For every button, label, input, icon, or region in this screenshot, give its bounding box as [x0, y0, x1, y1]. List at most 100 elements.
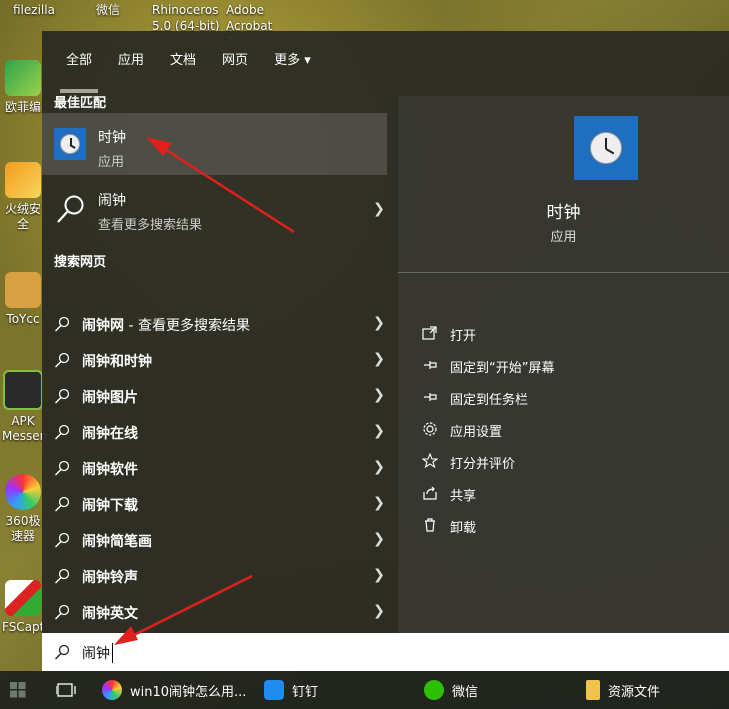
web-result-item[interactable]: 闹钟简笔画 ❯	[42, 523, 387, 559]
search-icon	[55, 604, 70, 620]
desktop-label-wechat[interactable]: 微信	[96, 2, 120, 18]
action-label: 应用设置	[450, 425, 503, 440]
tab-more[interactable]: 更多 ▾	[274, 49, 311, 68]
gear-icon	[423, 422, 437, 436]
action-label: 卸载	[450, 521, 477, 536]
star-icon	[422, 453, 438, 469]
action-item[interactable]: 应用设置	[422, 418, 702, 442]
tab-apps[interactable]: 应用	[118, 49, 144, 68]
web-result-item[interactable]: 闹钟网 - 查看更多搜索结果 ❯	[42, 307, 387, 343]
search-icon	[57, 195, 84, 223]
web-section-label: 搜索网页	[54, 255, 107, 270]
search-input[interactable]	[80, 641, 684, 665]
web-result-item[interactable]: 闹钟图片 ❯	[42, 379, 387, 415]
capture-icon	[5, 580, 41, 616]
search-icon	[55, 388, 70, 404]
web-result-label: 闹钟图片	[82, 387, 138, 407]
desktop-icon-3[interactable]: ToYcc	[2, 272, 44, 327]
task-view-icon	[56, 683, 76, 697]
tab-documents[interactable]: 文档	[170, 49, 196, 68]
chevron-right-icon[interactable]: ❯	[365, 315, 393, 331]
chevron-right-icon[interactable]: ❯	[365, 495, 393, 511]
search-icon	[55, 424, 70, 440]
best-match-title: 时钟	[98, 130, 126, 146]
taskbar-item-label: 资源文件	[608, 684, 661, 700]
web-result-item[interactable]: 闹钟软件 ❯	[42, 451, 387, 487]
browser-icon	[5, 474, 41, 510]
taskbar-item-dingtalk[interactable]: 钉钉	[264, 671, 318, 709]
best-match-subtitle: 应用	[98, 155, 125, 170]
desktop-icon-4[interactable]: APK Messen	[2, 370, 48, 444]
task-view-button[interactable]	[56, 671, 76, 709]
web-result-item[interactable]: 闹钟英文 ❯	[42, 595, 387, 631]
desktop-icon-label: APK Messen	[2, 414, 48, 443]
trash-icon	[425, 518, 435, 532]
web-search-top-item[interactable]: 闹钟 查看更多搜索结果 ❯	[42, 185, 387, 237]
detail-divider	[398, 272, 729, 273]
detail-app-type: 应用	[550, 230, 577, 245]
chevron-right-icon[interactable]: ❯	[365, 567, 393, 583]
action-item[interactable]: 打开	[422, 322, 702, 346]
web-result-label: 闹钟下载	[82, 495, 138, 515]
web-search-top-subtitle: 查看更多搜索结果	[98, 218, 203, 233]
search-icon	[55, 496, 70, 512]
action-item[interactable]: 固定到“开始”屏幕	[422, 354, 702, 378]
windows-logo-icon	[10, 682, 26, 698]
chevron-right-icon[interactable]: ❯	[365, 603, 393, 619]
search-icon	[55, 568, 70, 584]
action-item[interactable]: 打分并评价	[422, 450, 702, 474]
clock-app-large-icon	[574, 116, 638, 180]
web-result-label: 闹钟在线	[82, 423, 138, 443]
taskbar-item-browser[interactable]: win10闹钟怎么用...	[102, 671, 246, 709]
text-caret	[112, 643, 113, 663]
desktop-icon-5[interactable]: 360极速器	[2, 474, 44, 544]
best-match-item[interactable]: 时钟 应用	[42, 113, 387, 175]
chevron-right-icon[interactable]: ❯	[365, 459, 393, 475]
pin-taskbar-icon	[424, 393, 437, 401]
desktop-label-rhinoceros[interactable]: Rhinoceros 5.0 (64-bit)	[152, 2, 222, 34]
taskbar-item-folder[interactable]: 资源文件	[586, 671, 660, 709]
tab-web[interactable]: 网页	[222, 49, 248, 68]
chevron-right-icon[interactable]: ❯	[365, 531, 393, 547]
tab-all[interactable]: 全部	[59, 49, 99, 93]
dingtalk-icon	[264, 680, 284, 700]
desktop-icon-6[interactable]: FSCapt	[2, 580, 44, 635]
search-box[interactable]	[42, 633, 729, 671]
web-result-item[interactable]: 闹钟下载 ❯	[42, 487, 387, 523]
web-result-query: 闹钟简笔画	[82, 534, 152, 550]
web-result-label: 闹钟网 - 查看更多搜索结果	[82, 315, 250, 335]
action-label: 打分并评价	[450, 457, 516, 472]
web-result-query: 闹钟网	[82, 318, 124, 334]
clock-app-icon	[54, 128, 86, 160]
web-result-item[interactable]: 闹钟在线 ❯	[42, 415, 387, 451]
shield-icon	[5, 162, 41, 198]
chevron-right-icon[interactable]: ❯	[365, 351, 393, 367]
desktop-icon-label: 欧菲编	[4, 100, 41, 114]
search-icon	[55, 644, 70, 660]
share-icon	[423, 486, 437, 500]
detail-app-name: 时钟	[546, 203, 581, 223]
desktop-icon-1[interactable]: 欧菲编	[2, 60, 44, 115]
web-result-item[interactable]: 闹钟铃声 ❯	[42, 559, 387, 595]
chevron-right-icon[interactable]: ❯	[365, 387, 393, 403]
action-label: 打开	[450, 329, 477, 344]
open-icon	[422, 326, 437, 340]
chevron-right-icon[interactable]: ❯	[365, 201, 393, 217]
web-result-item[interactable]: 闹钟和时钟 ❯	[42, 343, 387, 379]
start-button[interactable]	[10, 671, 26, 709]
action-label: 共享	[450, 489, 477, 504]
chevron-right-icon[interactable]: ❯	[365, 423, 393, 439]
desktop-icon-label: ToYcc	[6, 312, 40, 326]
android-icon	[3, 370, 43, 410]
web-result-query: 闹钟在线	[82, 426, 138, 442]
action-item[interactable]: 固定到任务栏	[422, 386, 702, 410]
desktop-icon-2[interactable]: 火绒安全	[2, 162, 44, 232]
desktop-label-filezilla[interactable]: filezilla	[13, 2, 55, 18]
action-item[interactable]: 卸载	[422, 514, 702, 538]
wechat-icon	[424, 680, 444, 700]
best-match-label: 最佳匹配	[54, 96, 107, 111]
taskbar-item-wechat[interactable]: 微信	[424, 671, 478, 709]
action-item[interactable]: 共享	[422, 482, 702, 506]
web-result-query: 闹钟英文	[82, 606, 138, 622]
pin-icon	[424, 361, 437, 369]
